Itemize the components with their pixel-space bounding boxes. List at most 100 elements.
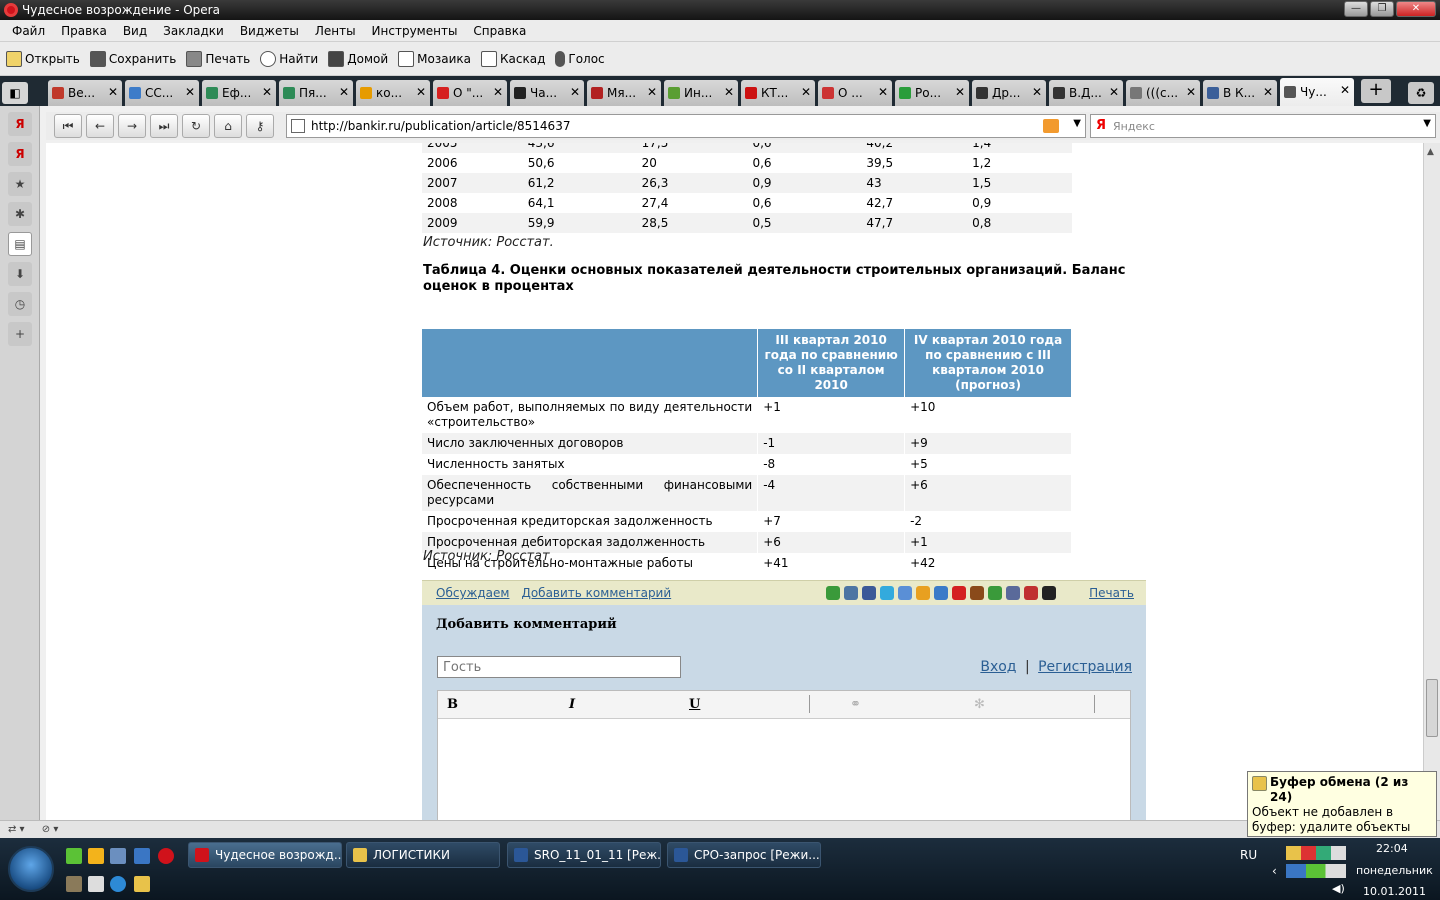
scroll-up-icon[interactable]: ▲ — [1427, 147, 1434, 157]
search-dropdown-icon[interactable]: ▼ — [1423, 118, 1431, 129]
bookmarks-panel-icon[interactable]: ★ — [8, 172, 32, 196]
yandex-mail-panel-icon[interactable]: Я — [8, 142, 32, 166]
tray-expand-icon[interactable]: ‹ — [1272, 864, 1277, 878]
comment-editor[interactable]: B I U ⚭ ✻ — [437, 690, 1131, 820]
tab-close-icon[interactable]: ✕ — [1109, 85, 1119, 99]
save-button[interactable]: Сохранить — [89, 50, 176, 67]
address-input[interactable]: http://bankir.ru/publication/article/851… — [286, 114, 1086, 138]
home-button[interactable]: Домой — [328, 50, 388, 67]
share-service-11-icon[interactable] — [1024, 586, 1038, 600]
share-service-1-icon[interactable] — [844, 586, 858, 600]
tab-close-icon[interactable]: ✕ — [647, 85, 657, 99]
tile-button[interactable]: Мозаика — [398, 50, 471, 67]
rss-icon[interactable] — [1043, 119, 1059, 133]
taskbar-task-3[interactable]: СРО-запрос [Режи... — [667, 842, 821, 868]
share-service-8-icon[interactable] — [970, 586, 984, 600]
share-service-2-icon[interactable] — [862, 586, 876, 600]
underline-button[interactable]: U — [689, 697, 700, 712]
downloads-panel-icon[interactable]: ⬇ — [8, 262, 32, 286]
tab-4[interactable]: ко... ✕ — [356, 80, 430, 106]
share-service-3-icon[interactable] — [880, 586, 894, 600]
register-link[interactable]: Регистрация — [1038, 659, 1132, 675]
history-panel-icon[interactable]: ◷ — [8, 292, 32, 316]
print-button[interactable]: Печать — [186, 50, 250, 67]
tab-close-icon[interactable]: ✕ — [955, 85, 965, 99]
closed-tabs-trash-icon[interactable]: ♻ — [1408, 82, 1434, 104]
add-comment-link[interactable]: Добавить комментарий — [521, 586, 671, 600]
cascade-button[interactable]: Каскад — [481, 50, 545, 67]
menu-edit[interactable]: Правка — [53, 24, 115, 38]
link-icon[interactable]: ⚭ — [850, 697, 861, 712]
quicklaunch-4-icon[interactable] — [134, 848, 150, 864]
minimize-button[interactable]: — — [1344, 1, 1368, 17]
menu-view[interactable]: Вид — [115, 24, 155, 38]
tab-close-icon[interactable]: ✕ — [1340, 83, 1350, 97]
clipboard-notification[interactable]: Буфер обмена (2 из 24) Объект не добавле… — [1247, 771, 1437, 864]
clock-date[interactable]: 10.01.2011 — [1363, 885, 1426, 898]
tab-16[interactable]: Чу... ✕ — [1280, 78, 1354, 106]
volume-icon[interactable]: ◀) — [1332, 882, 1345, 895]
back-button[interactable]: ← — [86, 114, 114, 138]
reload-button[interactable]: ↻ — [182, 114, 210, 138]
notes-panel-icon[interactable]: ▤ — [8, 232, 32, 256]
home-nav-button[interactable]: ⌂ — [214, 114, 242, 138]
unlink-icon[interactable]: ✻ — [974, 697, 985, 712]
tab-close-icon[interactable]: ✕ — [1186, 85, 1196, 99]
scrollbar-thumb[interactable] — [1426, 679, 1438, 737]
start-button[interactable] — [8, 846, 54, 892]
tab-2[interactable]: Еф... ✕ — [202, 80, 276, 106]
tab-close-icon[interactable]: ✕ — [570, 85, 580, 99]
language-indicator[interactable]: RU — [1240, 848, 1257, 862]
tab-close-icon[interactable]: ✕ — [878, 85, 888, 99]
tab-1[interactable]: СС... ✕ — [125, 80, 199, 106]
turbo-icon[interactable]: ⊘ ▾ — [42, 824, 59, 835]
tab-5[interactable]: О "... ✕ — [433, 80, 507, 106]
share-service-10-icon[interactable] — [1006, 586, 1020, 600]
tab-8[interactable]: Ин... ✕ — [664, 80, 738, 106]
tab-close-icon[interactable]: ✕ — [108, 85, 118, 99]
menu-widgets[interactable]: Виджеты — [232, 24, 307, 38]
menu-file[interactable]: Файл — [4, 24, 53, 38]
quicklaunch-5-icon[interactable] — [66, 876, 82, 892]
quicklaunch-ie-icon[interactable] — [110, 876, 126, 892]
guest-name-input[interactable] — [437, 656, 681, 678]
italic-button[interactable]: I — [569, 697, 575, 712]
sync-icon[interactable]: ⇄ ▾ — [8, 824, 25, 835]
search-input[interactable]: Я Яндекс ▼ — [1090, 114, 1436, 138]
open-button[interactable]: Открыть — [6, 50, 80, 67]
share-service-9-icon[interactable] — [988, 586, 1002, 600]
print-link[interactable]: Печать — [1089, 586, 1134, 600]
yandex-panel-icon[interactable]: Я — [8, 112, 32, 136]
share-service-0-icon[interactable] — [826, 586, 840, 600]
tab-close-icon[interactable]: ✕ — [493, 85, 503, 99]
tab-close-icon[interactable]: ✕ — [262, 85, 272, 99]
tab-15[interactable]: В К... ✕ — [1203, 80, 1277, 106]
tab-close-icon[interactable]: ✕ — [185, 85, 195, 99]
forward-button[interactable]: → — [118, 114, 146, 138]
clock-day[interactable]: понедельник — [1356, 864, 1433, 877]
share-service-12-icon[interactable] — [1042, 586, 1056, 600]
clock-time[interactable]: 22:04 — [1376, 842, 1408, 855]
discuss-link[interactable]: Обсуждаем — [436, 586, 509, 600]
rewind-button[interactable]: ⏮ — [54, 114, 82, 138]
share-service-5-icon[interactable] — [916, 586, 930, 600]
tab-13[interactable]: В.Д... ✕ — [1049, 80, 1123, 106]
quicklaunch-2-icon[interactable] — [88, 848, 104, 864]
tab-3[interactable]: Пя... ✕ — [279, 80, 353, 106]
close-button[interactable]: ✕ — [1396, 1, 1436, 17]
quicklaunch-7-icon[interactable] — [134, 876, 150, 892]
tab-12[interactable]: Др... ✕ — [972, 80, 1046, 106]
wand-button[interactable]: ⚷ — [246, 114, 274, 138]
voice-button[interactable]: Голос — [555, 50, 605, 67]
tab-close-icon[interactable]: ✕ — [1032, 85, 1042, 99]
bold-button[interactable]: B — [447, 697, 458, 712]
quicklaunch-3-icon[interactable] — [110, 848, 126, 864]
menu-bookmarks[interactable]: Закладки — [155, 24, 232, 38]
find-button[interactable]: Найти — [260, 50, 318, 67]
fast-forward-button[interactable]: ⏭ — [150, 114, 178, 138]
page-scrollbar[interactable]: ▲ — [1423, 143, 1440, 820]
tab-14[interactable]: (((с... ✕ — [1126, 80, 1200, 106]
tab-close-icon[interactable]: ✕ — [339, 85, 349, 99]
tab-close-icon[interactable]: ✕ — [1263, 85, 1273, 99]
tab-6[interactable]: Ча... ✕ — [510, 80, 584, 106]
